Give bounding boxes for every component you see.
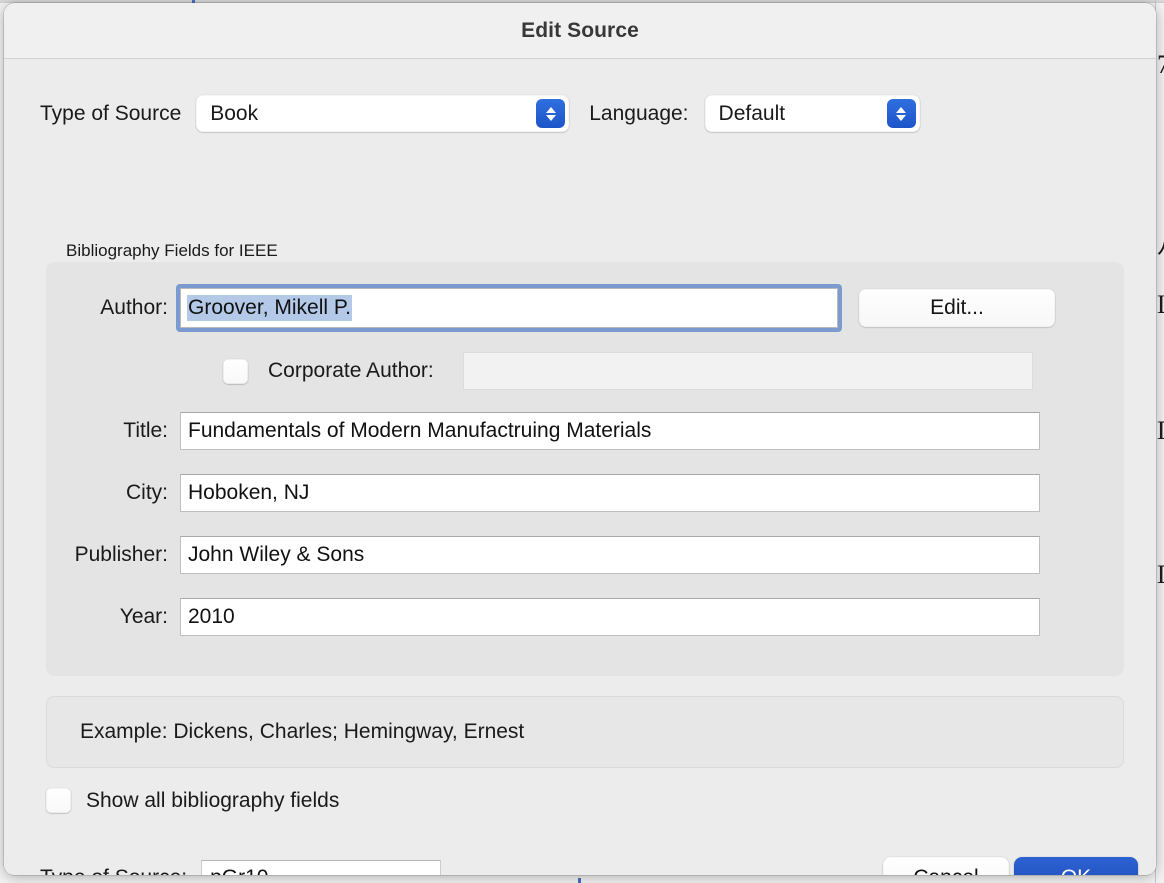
type-of-source-label: Type of Source — [40, 101, 182, 125]
language-dropdown[interactable]: Default — [704, 95, 920, 132]
chevron-down-icon — [896, 114, 907, 121]
publisher-input[interactable]: John Wiley & Sons — [180, 536, 1040, 574]
type-of-source-value: Book — [210, 101, 259, 125]
author-row: Author: Groover, Mikell P. Edit... — [4, 284, 1156, 332]
city-value: Hoboken, NJ — [188, 481, 310, 504]
chevron-up-icon — [545, 106, 556, 113]
author-input[interactable]: Groover, Mikell P. — [176, 284, 842, 332]
corporate-author-checkbox[interactable] — [223, 358, 248, 384]
example-text: Example: Dickens, Charles; Hemingway, Er… — [80, 720, 525, 743]
year-row: Year: 2010 — [4, 598, 1156, 636]
publisher-value: John Wiley & Sons — [188, 543, 365, 566]
corporate-author-label: Corporate Author: — [268, 359, 434, 382]
example-hint: Example: Dickens, Charles; Hemingway, Er… — [46, 696, 1124, 768]
background-text-fragment: D — [1157, 562, 1164, 588]
chevron-up-icon — [896, 106, 907, 113]
dialog-title: Edit Source — [521, 18, 639, 42]
title-label: Title: — [123, 419, 168, 442]
edit-source-dialog: Edit Source Type of Source Book Language… — [4, 3, 1156, 875]
city-label: City: — [126, 481, 168, 504]
year-value: 2010 — [188, 605, 235, 628]
dialog-footer: Type of Source: pGr10 Cancel OK — [4, 857, 1156, 875]
dialog-body: Type of Source Book Language: Default Bi… — [4, 59, 1156, 875]
tag-name-label: Type of Source: — [40, 866, 187, 875]
background-ruler-marker-bottom — [578, 878, 581, 883]
title-row: Title: Fundamentals of Modern Manufactru… — [4, 412, 1156, 450]
chevron-updown-icon[interactable] — [886, 99, 916, 128]
edit-author-button[interactable]: Edit... — [859, 289, 1055, 327]
title-value: Fundamentals of Modern Manufactruing Mat… — [188, 419, 652, 442]
background-text-fragment: D — [1157, 418, 1164, 444]
show-all-fields-checkbox[interactable] — [46, 788, 71, 813]
show-all-fields-row[interactable]: Show all bibliography fields — [46, 788, 339, 813]
corporate-author-row: Corporate Author: — [4, 352, 1156, 390]
language-label: Language: — [589, 101, 689, 125]
chevron-down-icon — [545, 114, 556, 121]
year-label: Year: — [119, 605, 168, 628]
background-text-fragment: L — [1157, 292, 1164, 318]
author-label: Author: — [100, 296, 168, 319]
corporate-author-input — [462, 352, 1033, 390]
city-row: City: Hoboken, NJ — [4, 474, 1156, 512]
author-value: Groover, Mikell P. — [187, 295, 353, 321]
tag-name-input[interactable]: pGr10 — [201, 860, 442, 875]
year-input[interactable]: 2010 — [180, 598, 1040, 636]
title-input[interactable]: Fundamentals of Modern Manufactruing Mat… — [180, 412, 1040, 450]
background-text-fragment: 八 — [1157, 232, 1164, 258]
bibliography-fields-caption: Bibliography Fields for IEEE — [66, 241, 278, 260]
publisher-row: Publisher: John Wiley & Sons — [4, 536, 1156, 574]
background-text-fragment: 7 — [1157, 52, 1164, 78]
dialog-titlebar: Edit Source — [4, 3, 1156, 59]
chevron-updown-icon[interactable] — [536, 99, 566, 128]
author-input-inner[interactable]: Groover, Mikell P. — [180, 288, 838, 328]
ok-button[interactable]: OK — [1014, 857, 1138, 875]
tag-name-value: pGr10 — [210, 866, 268, 875]
publisher-label: Publisher: — [74, 543, 168, 566]
source-type-row: Type of Source Book Language: Default — [4, 95, 1156, 132]
language-value: Default — [718, 101, 786, 125]
cancel-button[interactable]: Cancel — [883, 857, 1009, 875]
type-of-source-dropdown[interactable]: Book — [196, 95, 570, 132]
show-all-fields-label: Show all bibliography fields — [86, 788, 340, 812]
city-input[interactable]: Hoboken, NJ — [180, 474, 1040, 512]
